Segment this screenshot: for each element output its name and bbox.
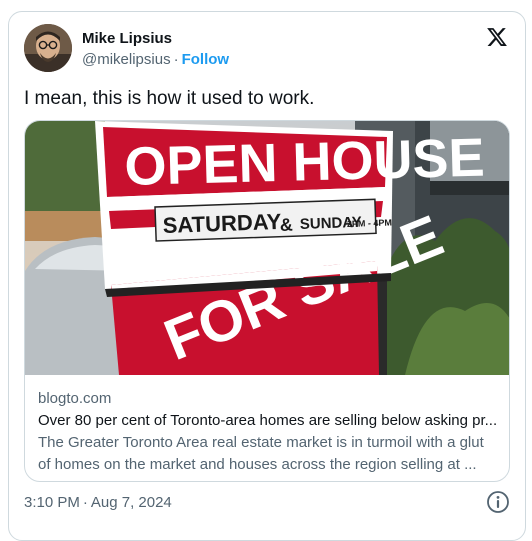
link-description-line: The Greater Toronto Area real estate mar…: [38, 434, 484, 451]
link-headline[interactable]: Over 80 per cent of Toronto-area homes a…: [38, 412, 500, 429]
info-icon[interactable]: [486, 490, 510, 514]
tweet-timestamp[interactable]: 3:10 PM · Aug 7, 2024: [24, 494, 172, 511]
author-handle[interactable]: @mikelipsius: [82, 51, 171, 68]
sign-amp: &: [279, 215, 293, 235]
follow-button[interactable]: Follow: [182, 51, 230, 68]
handle-separator: ·: [173, 51, 179, 68]
tweet-date[interactable]: Aug 7, 2024: [91, 494, 172, 511]
link-description-line: of homes on the market and houses across…: [38, 456, 477, 473]
x-logo-icon[interactable]: [486, 26, 508, 48]
link-domain[interactable]: blogto.com: [38, 390, 111, 407]
sign-day-1: SATURDAY: [162, 209, 282, 238]
link-preview-image[interactable]: OPEN HOUSE SATURDAY & SUNDAY 2PM - 4PM F…: [25, 121, 510, 375]
tweet-time[interactable]: 3:10 PM: [24, 494, 80, 511]
author-handle-row: @mikelipsius · Follow: [82, 51, 229, 68]
author-name[interactable]: Mike Lipsius: [82, 30, 172, 47]
link-preview-card[interactable]: OPEN HOUSE SATURDAY & SUNDAY 2PM - 4PM F…: [24, 120, 510, 482]
sign-open-house: OPEN HOUSE: [124, 128, 486, 197]
tweet-text: I mean, this is how it used to work.: [24, 88, 315, 109]
avatar[interactable]: [24, 24, 72, 72]
timestamp-separator: ·: [82, 494, 88, 511]
